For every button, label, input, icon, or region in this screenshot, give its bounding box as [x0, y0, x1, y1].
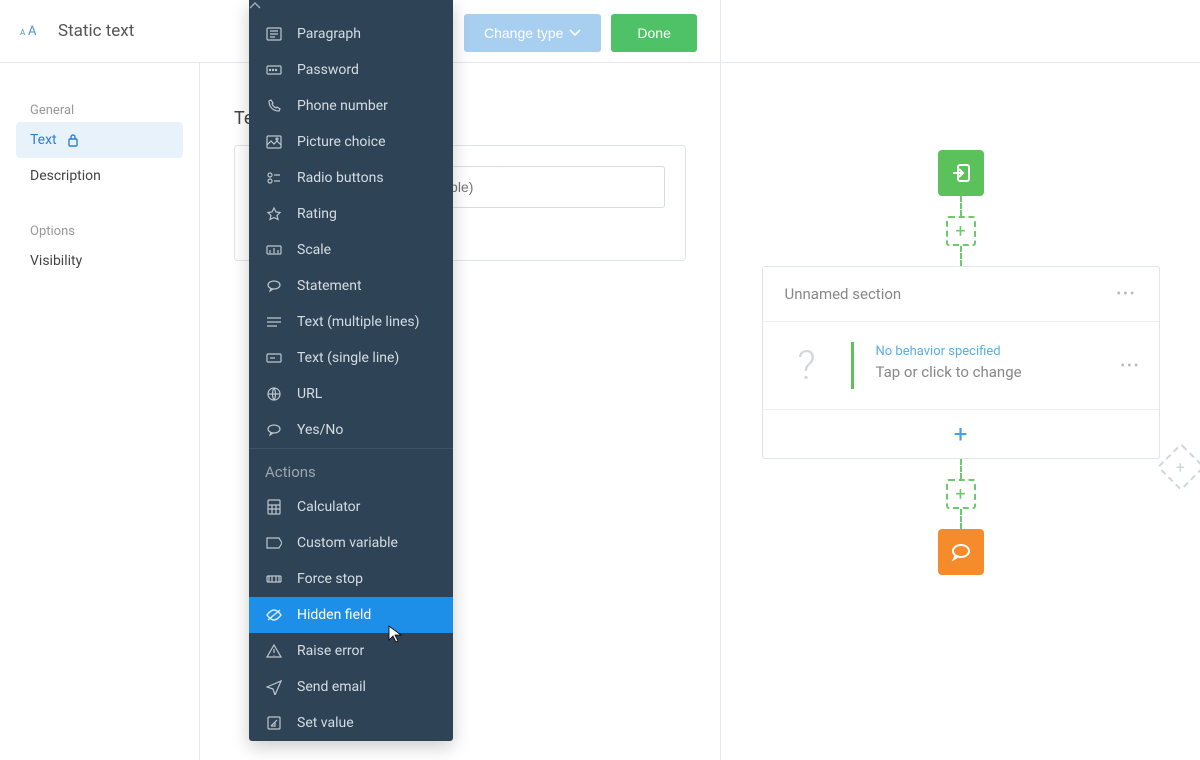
action-hidden-field[interactable]: Hidden field [249, 597, 453, 633]
url-icon [265, 385, 283, 403]
yesno-icon [265, 421, 283, 439]
hidden-icon [265, 606, 283, 624]
rating-icon [265, 205, 283, 223]
page-title: Static text [58, 21, 134, 41]
type-paragraph[interactable]: Paragraph [249, 16, 453, 52]
sidebar-item-description[interactable]: Description [0, 158, 199, 194]
sidebar-section-options: Options [0, 214, 199, 243]
type-password[interactable]: Password [249, 52, 453, 88]
statement-icon [265, 277, 283, 295]
change-type-button[interactable]: Change type [464, 14, 601, 52]
connector [960, 459, 962, 479]
type-text-singleline[interactable]: Text (single line) [249, 340, 453, 376]
type-yesno[interactable]: Yes/No [249, 412, 453, 448]
svg-text:A: A [20, 28, 26, 37]
add-step-button[interactable]: + [946, 216, 976, 246]
more-icon[interactable]: ••• [1116, 286, 1136, 302]
section-header[interactable]: Unnamed section ••• [763, 267, 1159, 322]
type-dropdown: Paragraph Password Phone number Picture … [249, 0, 453, 741]
section-add-button[interactable]: + [763, 409, 1159, 458]
error-icon [265, 642, 283, 660]
type-phone[interactable]: Phone number [249, 88, 453, 124]
scroll-up-indicator[interactable] [249, 0, 453, 16]
sidebar-item-label: Description [30, 168, 101, 184]
section-title: Unnamed section [785, 285, 902, 303]
action-send-email[interactable]: Send email [249, 669, 453, 705]
sidebar-item-label: Text [30, 132, 57, 148]
more-icon[interactable]: ••• [1120, 358, 1140, 374]
stop-icon [265, 570, 283, 588]
top-buttons: Change type Done [464, 14, 697, 52]
sidebar-item-text[interactable]: Text [16, 122, 183, 158]
svg-text:A: A [28, 24, 37, 39]
action-set-value[interactable]: Set value [249, 705, 453, 741]
type-text-multiline[interactable]: Text (multiple lines) [249, 304, 453, 340]
email-icon [265, 678, 283, 696]
action-force-stop[interactable]: Force stop [249, 561, 453, 597]
calculator-icon [265, 498, 283, 516]
add-step-button[interactable]: + [946, 479, 976, 509]
radio-icon [265, 169, 283, 187]
scale-icon [265, 241, 283, 259]
type-rating[interactable]: Rating [249, 196, 453, 232]
question-mark-icon: ? [763, 342, 851, 389]
connector [960, 196, 962, 216]
action-raise-error[interactable]: Raise error [249, 633, 453, 669]
change-type-label: Change type [484, 25, 563, 41]
type-radio-buttons[interactable]: Radio buttons [249, 160, 453, 196]
connector [960, 509, 962, 529]
section-body[interactable]: ? No behavior specified Tap or click to … [763, 322, 1159, 409]
no-behavior-label: No behavior specified [876, 344, 1081, 359]
flow-canvas: + Unnamed section ••• ? No behavior spec… [720, 0, 1200, 760]
end-node[interactable] [938, 529, 984, 575]
lock-icon [67, 133, 79, 147]
type-picture-choice[interactable]: Picture choice [249, 124, 453, 160]
setvalue-icon [265, 714, 283, 732]
phone-icon [265, 97, 283, 115]
type-url[interactable]: URL [249, 376, 453, 412]
done-button[interactable]: Done [611, 14, 696, 52]
picture-icon [265, 133, 283, 151]
tap-to-change-label: Tap or click to change [876, 363, 1081, 381]
entry-node[interactable] [938, 150, 984, 196]
sidebar: General Text Description Options Visibil… [0, 63, 200, 760]
password-icon [265, 61, 283, 79]
dropdown-actions-heading: Actions [249, 448, 453, 489]
singleline-icon [265, 349, 283, 367]
section-card: Unnamed section ••• ? No behavior specif… [762, 266, 1160, 459]
done-label: Done [637, 25, 670, 41]
type-scale[interactable]: Scale [249, 232, 453, 268]
action-calculator[interactable]: Calculator [249, 489, 453, 525]
paragraph-icon [265, 25, 283, 43]
mouse-cursor-icon [388, 625, 402, 643]
chevron-down-icon [569, 29, 581, 37]
sidebar-section-general: General [0, 93, 199, 122]
type-statement[interactable]: Statement [249, 268, 453, 304]
multiline-icon [265, 313, 283, 331]
variable-icon [265, 534, 283, 552]
static-text-type-icon: AA [20, 23, 42, 39]
sidebar-item-visibility[interactable]: Visibility [0, 243, 199, 279]
connector [960, 246, 962, 266]
action-custom-variable[interactable]: Custom variable [249, 525, 453, 561]
sidebar-item-label: Visibility [30, 253, 82, 269]
